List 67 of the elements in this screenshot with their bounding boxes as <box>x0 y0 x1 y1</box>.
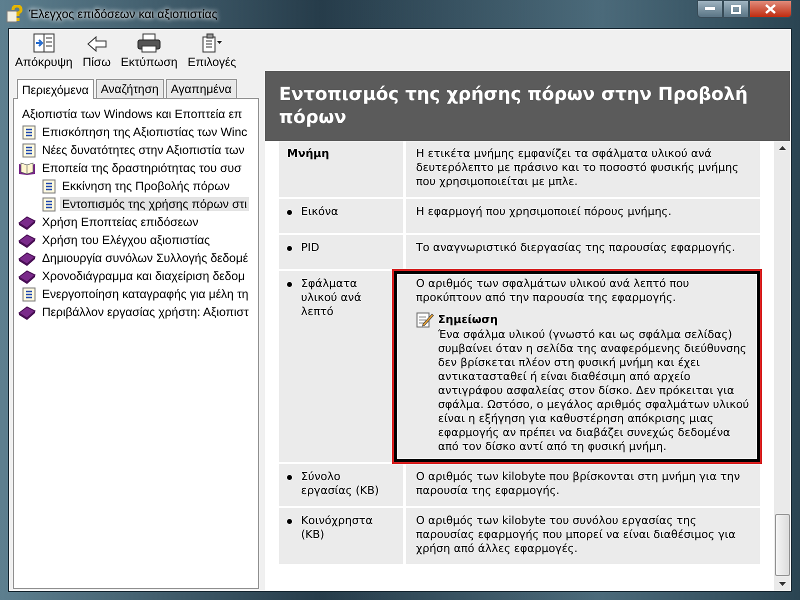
bullet-icon <box>287 210 292 215</box>
toolbar-button[interactable]: Πίσω <box>80 35 113 69</box>
description-text: Ο αριθμός των σφαλμάτων υλικού ανά λεπτό που προκύπτουν από την παρουσία της εφαρμογής. <box>416 277 690 305</box>
description-text: Ο αριθμός των kilobyte του συνόλου εργασίας της παρουσίας εφαρμογής που μπορεί να είναι διαθέσιμος για χρήση από άλλες εφαρμογές. <box>416 514 737 556</box>
book-icon <box>18 268 36 284</box>
bullet-icon <box>287 282 292 287</box>
term-text: Εικόνα <box>301 205 338 219</box>
tree-item[interactable]: Ενεργοποίηση καταγραφής για μέλη τη <box>40 287 250 301</box>
tree-item[interactable]: Νέες δυνατότητες στην Αξιοπιστία των <box>40 143 247 157</box>
tab[interactable]: Αναζήτηση <box>96 79 164 98</box>
book-icon <box>18 232 36 248</box>
note-pencil-icon <box>416 311 434 328</box>
term-text: Σφάλματα υλικού ανά λεπτό <box>301 277 362 319</box>
note-title: Σημείωση <box>438 312 498 326</box>
term-text: Σύνολο εργασίας (KB) <box>301 470 379 498</box>
close-button[interactable] <box>749 0 792 18</box>
tree-item[interactable]: Περιβάλλον εργασίας χρήστη: Αξιοπιστ <box>40 305 251 319</box>
maximize-button[interactable] <box>723 0 749 18</box>
description-text: Η ετικέτα μνήμης εμφανίζει τα σφάλματα υλικού ανά δευτερόλεπτο με πράσινο και το ποσοστό φυσικής μνήμης που χρησιμοποιείται με μπλε. <box>416 147 740 189</box>
tree-item[interactable]: Εντοπισμός της χρήσης πόρων στι <box>60 197 249 211</box>
term-text: Μνήμη <box>287 147 330 161</box>
tree-item[interactable]: Δημιουργία συνόλων Συλλογής δεδομέ <box>40 251 250 265</box>
bullet-icon <box>287 475 292 480</box>
book-icon <box>18 214 36 230</box>
back-arrow-icon <box>86 35 108 53</box>
bullet-icon <box>287 246 292 251</box>
term-text: PID <box>301 241 320 255</box>
window-title: Έλεγχος επιδόσεων και αξιοπιστίας <box>29 7 218 21</box>
minimize-icon <box>705 7 715 11</box>
options-icon <box>200 33 223 53</box>
page-icon <box>42 178 56 194</box>
toolbar-button[interactable]: Επιλογές <box>186 33 238 69</box>
tree-item[interactable]: Χρήση Εποπτείας επιδόσεων <box>40 215 200 229</box>
page-icon <box>42 196 56 212</box>
tree-item[interactable]: Επισκόπηση της Αξιοπιστίας των Winc <box>40 125 250 139</box>
book-icon <box>18 304 36 320</box>
page-icon <box>22 286 36 302</box>
page-icon <box>22 124 36 140</box>
bullet-icon <box>287 519 292 524</box>
toolbar-button[interactable]: Απόκρυψη <box>13 33 75 69</box>
toolbar-button[interactable]: Εκτύπωση <box>118 33 180 69</box>
tree-item[interactable]: Χρήση του Ελέγχου αξιοπιστίας <box>40 233 212 247</box>
description-text: Ο αριθμός των kilobyte που βρίσκονται στη μνήμη για την παρουσία της εφαρμογής. <box>416 470 742 498</box>
tab[interactable]: Περιεχόμενα <box>17 79 94 99</box>
tree-item[interactable]: Χρονοδιάγραμμα και διαχείριση δεδομ <box>40 269 247 283</box>
tab[interactable]: Αγαπημένα <box>166 79 237 98</box>
description-text: Το αναγνωριστικό διεργασίας της παρουσίας εφαρμογής. <box>416 241 736 255</box>
tree-item[interactable]: Εκκίνηση της Προβολής πόρων <box>60 179 232 193</box>
tree-item[interactable]: Εποπεία της δραστηριότητας του συσ <box>40 161 244 175</box>
maximize-icon <box>731 4 741 14</box>
book-icon <box>18 250 36 266</box>
open-book-icon <box>18 160 36 176</box>
scroll-down-icon <box>778 582 786 586</box>
description-text: Η εφαρμογή που χρησιμοποιεί πόρους μνήμης. <box>416 205 673 219</box>
help-icon <box>6 5 24 23</box>
minimize-button[interactable] <box>697 0 723 18</box>
tree-item[interactable]: Αξιοπιστία των Windows και Εποπτεία επ <box>20 107 244 121</box>
note-text: Ένα σφάλμα υλικού (γνωστό και ως σφάλμα σελίδας) συμβαίνει όταν η σελίδα της αναφερόμενης διεύθυνσης δεν βρίσκεται πλέον στη φυσική μνήμη και έχει αντικατασταθεί ή είναι διαθέσιμη από αρχείο αντιγράφου ασφαλείας στον δίσκο. Δεν πρόκειται για σφάλμα. Ωστόσο, ο μεγάλος αριθμός σφαλμάτων υλικού είναι η εξήγηση για καθυστέρηση απόκρισης μιας εφαρμογής αν πρέπει να διαβάζει συνεχώς δεδομένα από τον δίσκο αντί από τη φυσική μνήμη. <box>437 328 750 454</box>
scroll-up-icon <box>778 146 786 150</box>
article-title: Εντοπισμός της χρήσης πόρων στην Προβολή πόρων <box>265 71 790 141</box>
scrollbar[interactable] <box>774 141 790 591</box>
term-text: Κοινόχρηστα (KB) <box>301 514 374 542</box>
close-icon <box>765 4 776 14</box>
page-icon <box>22 142 36 158</box>
scrollbar-thumb[interactable] <box>774 514 790 576</box>
printer-icon <box>137 33 162 53</box>
panel-icon <box>32 33 55 53</box>
